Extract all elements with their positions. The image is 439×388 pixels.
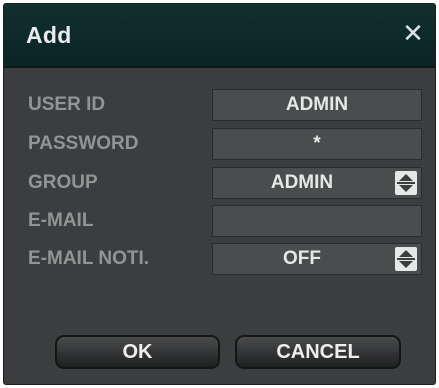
cancel-button[interactable]: CANCEL [235, 335, 401, 369]
add-user-dialog: Add ✕ USER ID ADMIN PASSWORD * GROUP ADM… [3, 3, 436, 385]
user-id-row: USER ID ADMIN [4, 89, 435, 121]
user-id-label: USER ID [28, 94, 106, 115]
email-noti-row: E-MAIL NOTI. OFF [4, 243, 435, 275]
email-noti-spinner-icon[interactable] [395, 247, 417, 271]
email-field[interactable] [212, 205, 422, 237]
spinner-up-icon[interactable] [399, 174, 413, 181]
ok-button[interactable]: OK [55, 335, 220, 369]
spinner-down-icon[interactable] [399, 261, 413, 268]
spinner-divider [397, 182, 415, 184]
password-field[interactable]: * [212, 128, 422, 160]
spinner-up-icon[interactable] [399, 250, 413, 257]
email-label: E-MAIL [28, 210, 94, 231]
group-spinner-icon[interactable] [395, 171, 417, 195]
dialog-title: Add [26, 22, 72, 48]
spinner-down-icon[interactable] [399, 185, 413, 192]
email-noti-select[interactable]: OFF [212, 243, 422, 275]
group-row: GROUP ADMIN [4, 167, 435, 199]
close-icon[interactable]: ✕ [400, 20, 426, 46]
dialog-body: USER ID ADMIN PASSWORD * GROUP ADMIN E-M… [4, 68, 435, 384]
group-label: GROUP [28, 172, 98, 193]
email-noti-label: E-MAIL NOTI. [28, 248, 150, 269]
dialog-titlebar: Add ✕ [4, 4, 435, 68]
spinner-divider [397, 258, 415, 260]
password-row: PASSWORD * [4, 128, 435, 160]
email-row: E-MAIL [4, 205, 435, 237]
user-id-field[interactable]: ADMIN [212, 89, 422, 121]
group-select[interactable]: ADMIN [212, 167, 422, 199]
email-noti-select-value: OFF [283, 248, 321, 269]
group-select-value: ADMIN [270, 172, 334, 193]
password-label: PASSWORD [28, 133, 139, 154]
